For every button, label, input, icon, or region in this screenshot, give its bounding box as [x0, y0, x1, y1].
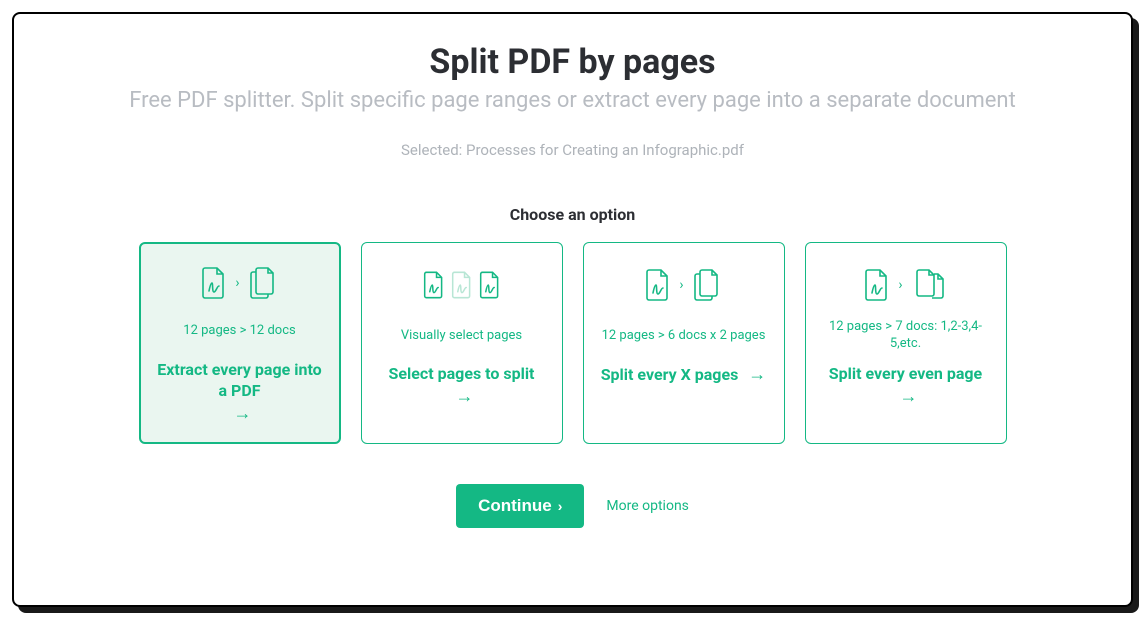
- more-options-link[interactable]: More options: [606, 498, 689, 514]
- arrow-right-icon: →: [900, 386, 918, 407]
- option-select-pages[interactable]: Visually select pages Select pages to sp…: [361, 242, 563, 444]
- card-title: Extract every page into a PDF →: [155, 359, 325, 426]
- selected-file-name: Processes for Creating an Infographic.pd…: [466, 141, 744, 159]
- option-extract-every-page[interactable]: › 12 pages > 12 docs Extract every page …: [139, 242, 341, 444]
- card-meta: 12 pages > 7 docs: 1,2-3,4-5,etc.: [820, 319, 992, 353]
- card-icons: ›: [201, 266, 277, 301]
- docs-icon: [248, 267, 278, 299]
- option-split-every-x[interactable]: › 12 pages > 6 docs x 2 pages Split ever…: [583, 242, 785, 444]
- pdf-icon-faded: [451, 271, 473, 299]
- selected-prefix: Selected:: [401, 141, 466, 159]
- card-icons: ›: [864, 265, 946, 305]
- card-icons: ›: [645, 265, 721, 305]
- option-split-every-even[interactable]: › 12 pages > 7 docs: 1,2-3,4-5,etc. Spli…: [805, 242, 1007, 444]
- arrow-right-icon: →: [456, 386, 474, 407]
- choose-option-label: Choose an option: [510, 205, 636, 224]
- chevron-icon: ›: [235, 275, 239, 291]
- arrow-right-icon: →: [234, 403, 252, 424]
- pdf-icon: [423, 271, 445, 299]
- page-subtitle: Free PDF splitter. Split specific page r…: [129, 88, 1016, 113]
- chevron-right-icon: ›: [558, 498, 563, 514]
- card-meta: 12 pages > 6 docs x 2 pages: [602, 319, 766, 353]
- page-title: Split PDF by pages: [429, 42, 715, 82]
- pdf-icon: [201, 267, 227, 299]
- footer-actions: Continue › More options: [456, 484, 689, 528]
- card-meta: 12 pages > 12 docs: [183, 315, 295, 349]
- card-title: Split every even page →: [820, 363, 992, 409]
- chevron-icon: ›: [679, 277, 683, 293]
- pdf-icon: [864, 269, 890, 301]
- card-title: Split every X pages →: [601, 363, 767, 387]
- chevron-icon: ›: [898, 277, 902, 293]
- arrow-right-icon: →: [748, 364, 766, 385]
- continue-button[interactable]: Continue ›: [456, 484, 584, 528]
- continue-label: Continue: [478, 496, 552, 516]
- app-frame: Split PDF by pages Free PDF splitter. Sp…: [12, 12, 1133, 607]
- docs-icon: [692, 269, 722, 301]
- card-title: Select pages to split →: [376, 363, 548, 409]
- pdf-icon: [479, 271, 501, 299]
- selected-file-label: Selected: Processes for Creating an Info…: [401, 141, 744, 159]
- docs-stack-icon: [911, 269, 947, 301]
- card-icons: [423, 265, 501, 305]
- pdf-icon: [645, 269, 671, 301]
- card-meta: Visually select pages: [401, 319, 522, 353]
- option-cards: › 12 pages > 12 docs Extract every page …: [54, 242, 1091, 444]
